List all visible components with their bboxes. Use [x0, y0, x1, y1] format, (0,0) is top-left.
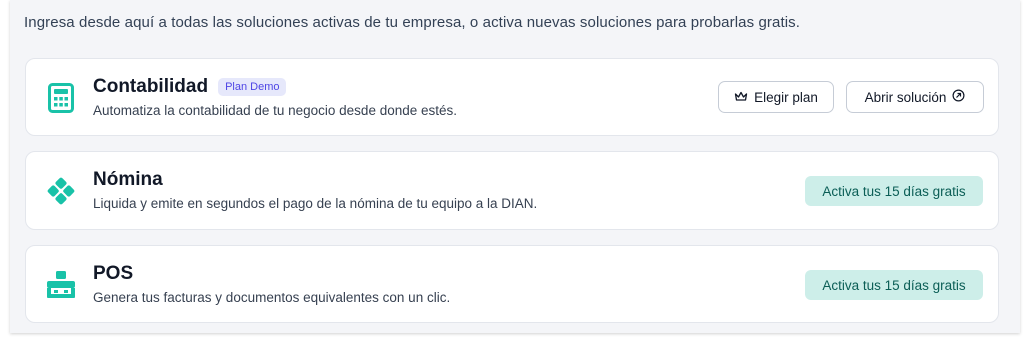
solution-description: Automatiza la contabilidad de tu negocio… — [93, 103, 458, 118]
intro-text: Ingresa desde aquí a todas las solucione… — [24, 14, 801, 31]
plan-badge: Plan Demo — [218, 78, 287, 96]
open-solution-button[interactable]: Abrir solución — [846, 81, 984, 113]
solution-card-pos: POS Genera tus facturas y documentos equ… — [25, 245, 999, 323]
payroll-diamond-icon — [44, 174, 78, 208]
choose-plan-button[interactable]: Elegir plan — [718, 81, 834, 113]
solution-title: Contabilidad — [93, 76, 209, 97]
solution-title: POS — [93, 263, 134, 284]
activate-trial-button[interactable]: Activa tus 15 días gratis — [805, 270, 983, 300]
solution-description: Liquida y emite en segundos el pago de l… — [93, 196, 538, 211]
solution-description: Genera tus facturas y documentos equival… — [93, 290, 451, 305]
pos-register-icon — [44, 268, 78, 302]
solutions-panel: Ingresa desde aquí a todas las solucione… — [10, 0, 1020, 333]
choose-plan-label: Elegir plan — [754, 89, 818, 105]
solution-card-nomina: Nómina Liquida y emite en segundos el pa… — [25, 151, 999, 230]
solution-card-contabilidad: Contabilidad Plan Demo Automatiza la con… — [25, 58, 999, 136]
arrow-circle-icon — [952, 89, 965, 105]
calculator-icon — [44, 81, 78, 115]
open-solution-label: Abrir solución — [864, 89, 947, 105]
solution-title: Nómina — [93, 169, 163, 190]
activate-trial-button[interactable]: Activa tus 15 días gratis — [805, 176, 983, 206]
crown-icon — [734, 90, 748, 105]
